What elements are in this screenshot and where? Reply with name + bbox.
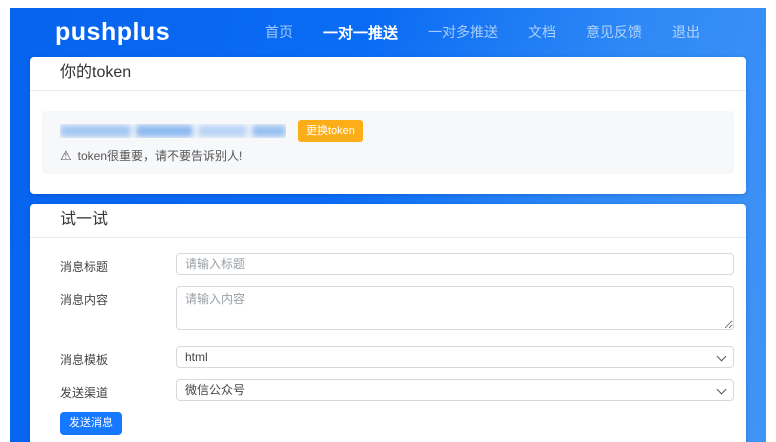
try-card-title: 试一试 [60, 210, 716, 230]
page-background: pushplus 首页 一对一推送 一对多推送 文档 意见反馈 退出 你的tok… [10, 8, 766, 442]
nav-item-one-to-many-push[interactable]: 一对多推送 [428, 22, 498, 42]
form-row-template: 消息模板 html [60, 346, 734, 368]
warning-icon: ⚠ [60, 149, 72, 163]
message-template-label: 消息模板 [60, 346, 176, 368]
page-content: 你的token 更换token ⚠ token很重要，请不要告诉别人! [10, 56, 766, 442]
message-title-input[interactable] [176, 253, 734, 275]
token-box: 更换token ⚠ token很重要，请不要告诉别人! [42, 111, 734, 174]
message-content-label: 消息内容 [60, 286, 176, 308]
send-channel-label: 发送渠道 [60, 379, 176, 401]
change-token-button[interactable]: 更换token [298, 120, 363, 142]
try-card-body: 消息标题 消息内容 消息模板 html [30, 238, 746, 442]
nav-item-feedback[interactable]: 意见反馈 [586, 22, 642, 42]
token-card-header: 你的token [30, 57, 746, 91]
censored-token [60, 124, 286, 138]
try-card: 试一试 消息标题 消息内容 消息模板 [30, 204, 746, 442]
try-card-header: 试一试 [30, 204, 746, 238]
nav-item-one-to-one-push[interactable]: 一对一推送 [323, 22, 398, 43]
token-card: 你的token 更换token ⚠ token很重要，请不要告诉别人! [30, 57, 746, 194]
token-row: 更换token [60, 120, 716, 142]
nav-menu: 首页 一对一推送 一对多推送 文档 意见反馈 退出 [265, 22, 700, 43]
form-row-title: 消息标题 [60, 253, 734, 275]
token-warning: ⚠ token很重要，请不要告诉别人! [60, 147, 716, 164]
token-card-body: 更换token ⚠ token很重要，请不要告诉别人! [30, 91, 746, 194]
message-template-select[interactable]: html [176, 346, 734, 368]
top-navbar: pushplus 首页 一对一推送 一对多推送 文档 意见反馈 退出 [10, 8, 766, 56]
token-warning-text: token很重要，请不要告诉别人! [78, 147, 243, 164]
message-title-label: 消息标题 [60, 253, 176, 275]
form-row-content: 消息内容 [60, 286, 734, 335]
send-channel-select[interactable]: 微信公众号 [176, 379, 734, 401]
brand-logo[interactable]: pushplus [55, 18, 170, 47]
token-card-title: 你的token [60, 63, 716, 83]
message-content-textarea[interactable] [176, 286, 734, 330]
nav-item-docs[interactable]: 文档 [528, 22, 556, 42]
nav-item-home[interactable]: 首页 [265, 22, 293, 42]
nav-item-logout[interactable]: 退出 [672, 22, 700, 42]
send-message-button[interactable]: 发送消息 [60, 412, 122, 435]
form-row-channel: 发送渠道 微信公众号 [60, 379, 734, 401]
